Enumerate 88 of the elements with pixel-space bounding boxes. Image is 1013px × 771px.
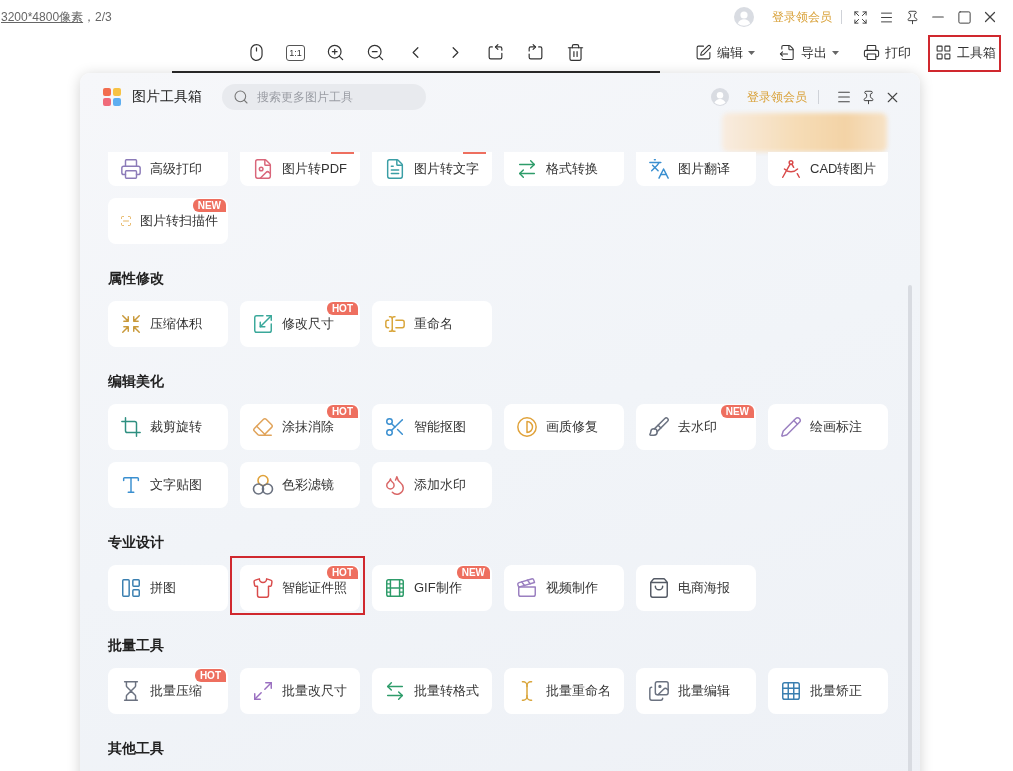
badge: NEW — [192, 199, 226, 212]
badge: HOT — [326, 302, 358, 315]
expand-arrows-icon — [252, 680, 274, 702]
tool-card[interactable]: 色彩滤镜 — [240, 462, 360, 508]
tool-card[interactable]: 图片翻译 — [636, 152, 756, 186]
search-icon — [233, 89, 249, 105]
section-title: 编辑美化 — [108, 372, 165, 391]
contrast-icon — [516, 416, 538, 438]
menu-button[interactable]: 编辑 — [693, 37, 757, 68]
tool-card[interactable]: 文字贴图 — [108, 462, 228, 508]
toolbar-button[interactable]: 打印 — [861, 37, 913, 68]
menu-icon[interactable] — [878, 9, 894, 25]
eraser-icon — [252, 416, 274, 438]
resize-icon — [252, 313, 274, 335]
tool-card[interactable]: 压缩体积 — [108, 301, 228, 347]
text-cursor-icon — [384, 313, 406, 335]
badge: HOT — [194, 669, 226, 682]
scissors-icon — [384, 416, 406, 438]
fullscreen-icon[interactable] — [852, 9, 868, 25]
compass-icon — [780, 158, 802, 180]
pencil-icon — [780, 416, 802, 438]
shopping-bag-icon — [648, 577, 670, 599]
tool-card[interactable]: 图片转PDF — [240, 152, 360, 186]
image-size-link[interactable]: 3200*4800像素 — [1, 8, 84, 26]
printer-icon — [120, 158, 142, 180]
panel-title: 图片工具箱 — [132, 88, 202, 106]
tool-card[interactable]: 裁剪旋转 — [108, 404, 228, 450]
tool-card[interactable]: 电商海报 — [636, 565, 756, 611]
images-icon — [648, 680, 670, 702]
section-title: 专业设计 — [108, 533, 165, 552]
letter-t-icon — [120, 474, 142, 496]
film-icon — [384, 577, 406, 599]
tool-card[interactable]: 格式转换 — [504, 152, 624, 186]
printer-icon — [863, 44, 880, 61]
section-title: 其他工具 — [108, 739, 165, 758]
brush-icon — [648, 416, 670, 438]
tool-card[interactable]: 智能抠图 — [372, 404, 492, 450]
search-field[interactable]: 搜索更多图片工具 — [222, 84, 426, 110]
menu-button[interactable]: 导出 — [777, 37, 841, 68]
text-file-icon — [384, 158, 406, 180]
tool-card[interactable]: 批量转格式 — [372, 668, 492, 714]
crop-icon — [120, 416, 142, 438]
tool-card[interactable]: 批量编辑 — [636, 668, 756, 714]
toolbar-button[interactable]: 工具箱 — [933, 37, 998, 68]
tool-card[interactable]: 添加水印 — [372, 462, 492, 508]
circles-icon — [252, 474, 274, 496]
section-title: 属性修改 — [108, 269, 165, 288]
badge: NEW — [720, 405, 754, 418]
zoom-in-icon[interactable] — [325, 43, 345, 62]
grid-icon — [780, 680, 802, 702]
section-title: 批量工具 — [108, 636, 165, 655]
zoom-out-icon[interactable] — [365, 43, 385, 62]
clapperboard-icon — [516, 577, 538, 599]
pin-icon[interactable] — [904, 9, 920, 25]
shrink-icon — [120, 313, 142, 335]
shirt-icon — [252, 577, 274, 599]
swap-arrows-icon — [516, 158, 538, 180]
badge: HOT — [326, 566, 358, 579]
tool-card[interactable]: 批量矫正 — [768, 668, 888, 714]
badge: NEW — [456, 566, 490, 579]
grid-icon — [935, 44, 952, 61]
caret-icon — [832, 50, 839, 55]
caret-icon — [748, 50, 755, 55]
tool-card[interactable]: 绘画标注 — [768, 404, 888, 450]
actual-size-button[interactable]: 1:1 — [286, 44, 305, 61]
badge: HOT — [326, 405, 358, 418]
maximize-icon[interactable] — [956, 9, 972, 25]
tool-card[interactable]: 重命名 — [372, 301, 492, 347]
tool-card[interactable]: 批量重命名 — [504, 668, 624, 714]
tool-card[interactable]: 高级打印 — [108, 152, 228, 186]
tool-card[interactable]: 图片转文字 — [372, 152, 492, 186]
edit-icon — [695, 44, 712, 61]
tool-card[interactable]: 画质修复 — [504, 404, 624, 450]
tool-card[interactable]: 批量改尺寸 — [240, 668, 360, 714]
export-icon — [779, 44, 796, 61]
translate-icon — [648, 158, 670, 180]
tool-card[interactable]: CAD转图片 — [768, 152, 888, 186]
tool-card[interactable]: 拼图 — [108, 565, 228, 611]
tool-card[interactable]: 视频制作 — [504, 565, 624, 611]
menu-icon[interactable] — [836, 89, 852, 105]
pin-icon[interactable] — [860, 89, 876, 105]
swap-arrows-icon — [384, 680, 406, 702]
layout-icon — [120, 577, 142, 599]
delete-icon[interactable] — [565, 43, 585, 62]
app-logo-icon — [103, 88, 121, 106]
droplets-icon — [384, 474, 406, 496]
page-counter: ，2/3 — [83, 8, 112, 26]
image-file-icon — [252, 158, 274, 180]
